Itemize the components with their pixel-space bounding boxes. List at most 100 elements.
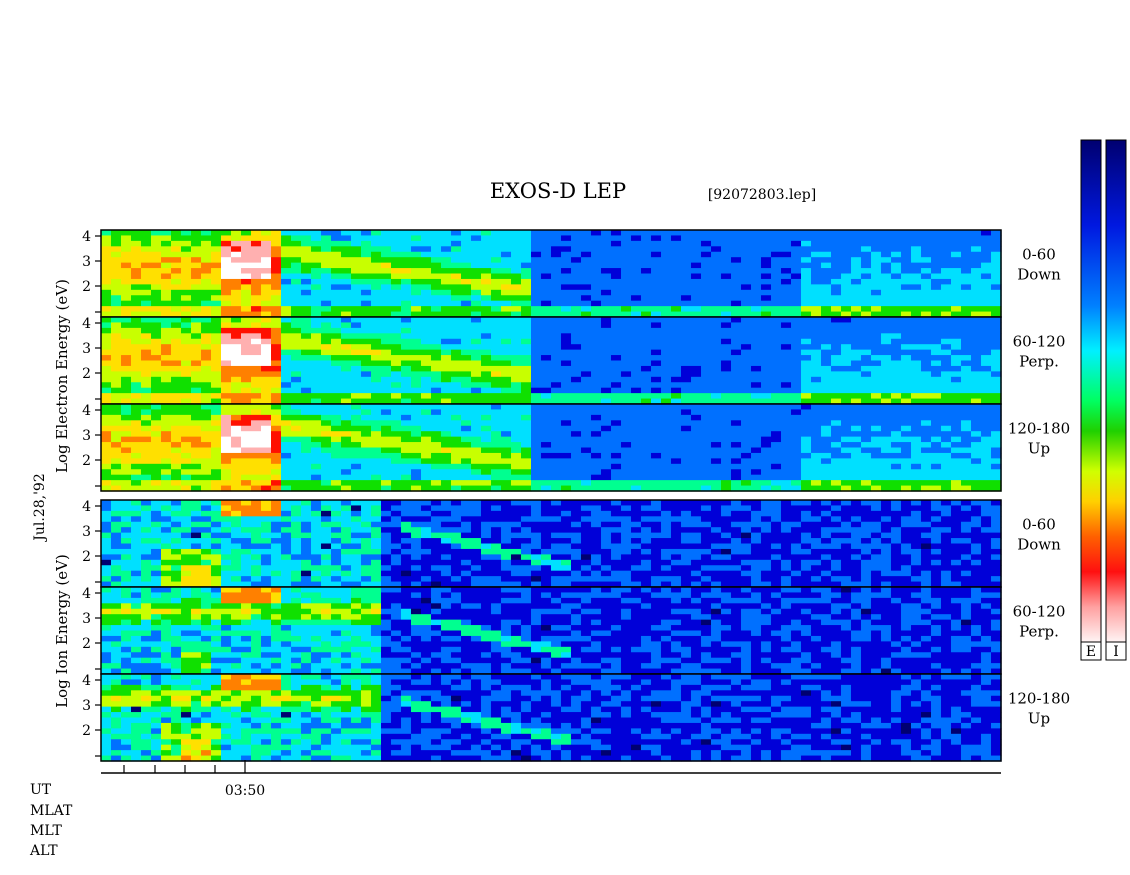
spectrogram-cell [121, 240, 132, 247]
spectrogram-cell [201, 300, 212, 307]
spectrogram-cell [511, 404, 522, 411]
spectrogram-cell [841, 393, 852, 400]
spectrogram-cell [751, 235, 762, 242]
spectrogram-cell [491, 365, 502, 372]
spectrogram-cell [451, 278, 462, 285]
spectrogram-cell [331, 554, 342, 561]
spectrogram-cell [451, 409, 462, 416]
spectrogram-cell [201, 463, 212, 470]
spectrogram-cell [311, 349, 322, 356]
spectrogram-cell [291, 510, 302, 517]
spectrogram-cell [981, 420, 992, 427]
spectrogram-cell [671, 349, 682, 356]
spectrogram-cell [321, 576, 332, 583]
spectrogram-cell [921, 474, 932, 481]
spectrogram-cell [201, 414, 212, 421]
spectrogram-cell [751, 278, 762, 285]
spectrogram-cell [241, 516, 252, 523]
spectrogram-cell [441, 414, 452, 421]
spectrogram-cell [731, 344, 742, 351]
spectrogram-cell [261, 500, 272, 507]
spectrogram-cell [731, 355, 742, 362]
spectrogram-cell [331, 570, 342, 577]
spectrogram-cell [251, 246, 262, 253]
spectrogram-cell [181, 306, 192, 313]
spectrogram-cell [721, 387, 732, 394]
spectrogram-cell [541, 230, 552, 237]
spectrogram-cell [111, 268, 122, 275]
spectrogram-cell [391, 538, 402, 545]
spectrogram-cell [161, 527, 172, 534]
spectrogram-cell [791, 230, 802, 237]
spectrogram-cell [361, 333, 372, 340]
spectrogram-cell [751, 360, 762, 367]
spectrogram-cell [541, 447, 552, 454]
spectrogram-cell [361, 338, 372, 345]
spectrogram-cell [821, 425, 832, 432]
spectrogram-cell [691, 284, 702, 291]
spectrogram-cell [891, 289, 902, 296]
spectrogram-cell [291, 344, 302, 351]
spectrogram-cell [811, 376, 822, 383]
spectrogram-cell [251, 425, 262, 432]
spectrogram-cell [641, 360, 652, 367]
spectrogram-cell [901, 300, 912, 307]
spectrogram-cell [401, 425, 412, 432]
spectrogram-cell [211, 474, 222, 481]
spectrogram-cell [191, 295, 202, 302]
spectrogram-cell [101, 565, 112, 572]
spectrogram-cell [221, 404, 232, 411]
spectrogram-cell [281, 458, 292, 465]
spectrogram-cell [881, 262, 892, 269]
spectrogram-cell [721, 436, 732, 443]
spectrogram-cell [631, 317, 642, 324]
spectrogram-cell [631, 469, 642, 476]
spectrogram-cell [421, 306, 432, 313]
spectrogram-cell [821, 480, 832, 487]
spectrogram-cell [751, 420, 762, 427]
spectrogram-cell [391, 240, 402, 247]
spectrogram-cell [931, 300, 942, 307]
spectrogram-cell [141, 278, 152, 285]
spectrogram-cell [621, 355, 632, 362]
spectrogram-cell [411, 284, 422, 291]
spectrogram-cell [351, 289, 362, 296]
spectrogram-cell [811, 431, 822, 438]
spectrogram-cell [311, 338, 322, 345]
spectrogram-cell [121, 300, 132, 307]
spectrogram-cell [251, 510, 262, 517]
spectrogram-cell [861, 322, 872, 329]
spectrogram-cell [791, 404, 802, 411]
spectrogram-cell [881, 409, 892, 416]
spectrogram-cell [821, 365, 832, 372]
spectrogram-cell [261, 538, 272, 545]
spectrogram-cell [901, 431, 912, 438]
spectrogram-cell [301, 338, 312, 345]
spectrogram-cell [111, 436, 122, 443]
spectrogram-cell [601, 251, 612, 258]
spectrogram-cell [761, 469, 772, 476]
spectrogram-cell [261, 527, 272, 534]
spectrogram-cell [101, 447, 112, 454]
spectrogram-cell [981, 409, 992, 416]
spectrogram-cell [971, 235, 982, 242]
spectrogram-cell [871, 295, 882, 302]
spectrogram-cell [691, 469, 702, 476]
spectrogram-cell [171, 349, 182, 356]
spectrogram-cell [441, 559, 452, 566]
spectrogram-cell [871, 376, 882, 383]
spectrogram-cell [701, 409, 712, 416]
spectrogram-cell [981, 344, 992, 351]
spectrogram-cell [561, 268, 572, 275]
spectrogram-cell [101, 360, 112, 367]
spectrogram-cell [261, 404, 272, 411]
spectrogram-cell [581, 425, 592, 432]
spectrogram-cell [891, 474, 902, 481]
spectrogram-cell [301, 278, 312, 285]
spectrogram-cell [881, 360, 892, 367]
spectrogram-cell [361, 284, 372, 291]
spectrogram-cell [631, 420, 642, 427]
spectrogram-cell [441, 268, 452, 275]
spectrogram-cell [931, 355, 942, 362]
spectrogram-cell [351, 543, 362, 550]
